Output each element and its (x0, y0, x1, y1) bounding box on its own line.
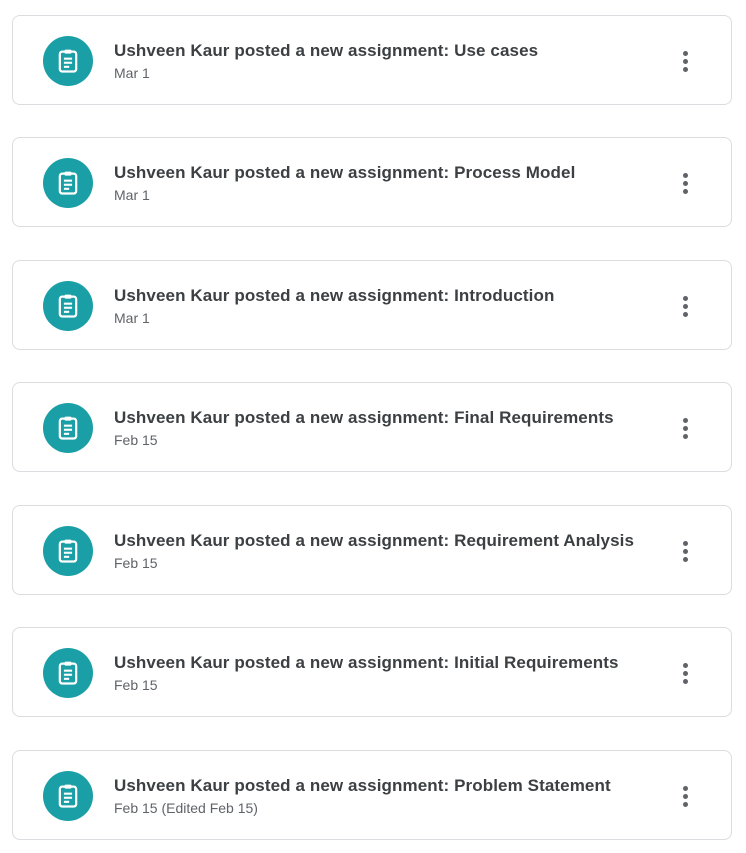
stream-item-title[interactable]: Ushveen Kaur posted a new assignment: Pr… (114, 162, 641, 184)
assignment-icon (43, 158, 93, 208)
stream-item-date: Feb 15 (114, 555, 158, 571)
stream-item-date: Mar 1 (114, 65, 150, 81)
stream-item-date: Feb 15 (114, 432, 158, 448)
stream-item[interactable]: Ushveen Kaur posted a new assignment: Pr… (12, 137, 732, 227)
stream-item-date: Mar 1 (114, 310, 150, 326)
stream-item-date: Mar 1 (114, 187, 150, 203)
more-vert-icon[interactable] (667, 41, 703, 81)
stream-item-title[interactable]: Ushveen Kaur posted a new assignment: In… (114, 652, 641, 674)
more-vert-icon[interactable] (667, 408, 703, 448)
stream-item-title[interactable]: Ushveen Kaur posted a new assignment: Re… (114, 530, 641, 552)
stream-item[interactable]: Ushveen Kaur posted a new assignment: Fi… (12, 382, 732, 472)
assignment-icon (43, 403, 93, 453)
more-vert-icon[interactable] (667, 163, 703, 203)
stream-item[interactable]: Ushveen Kaur posted a new assignment: In… (12, 627, 732, 717)
assignment-icon (43, 648, 93, 698)
stream-item-title[interactable]: Ushveen Kaur posted a new assignment: Pr… (114, 775, 641, 797)
stream-item[interactable]: Ushveen Kaur posted a new assignment: In… (12, 260, 732, 350)
stream-item-title[interactable]: Ushveen Kaur posted a new assignment: In… (114, 285, 641, 307)
assignment-icon (43, 526, 93, 576)
stream-item-date: Feb 15 (Edited Feb 15) (114, 800, 258, 816)
stream-item[interactable]: Ushveen Kaur posted a new assignment: Re… (12, 505, 732, 595)
assignment-icon (43, 281, 93, 331)
more-vert-icon[interactable] (667, 531, 703, 571)
more-vert-icon[interactable] (667, 286, 703, 326)
stream-item-date: Feb 15 (114, 677, 158, 693)
assignment-icon (43, 36, 93, 86)
assignment-icon (43, 771, 93, 821)
stream-item[interactable]: Ushveen Kaur posted a new assignment: Us… (12, 15, 732, 105)
stream-item[interactable]: Ushveen Kaur posted a new assignment: Pr… (12, 750, 732, 840)
more-vert-icon[interactable] (667, 653, 703, 693)
stream-item-title[interactable]: Ushveen Kaur posted a new assignment: Us… (114, 40, 641, 62)
stream-item-title[interactable]: Ushveen Kaur posted a new assignment: Fi… (114, 407, 641, 429)
more-vert-icon[interactable] (667, 776, 703, 816)
class-stream: Ushveen Kaur posted a new assignment: Us… (0, 0, 746, 853)
